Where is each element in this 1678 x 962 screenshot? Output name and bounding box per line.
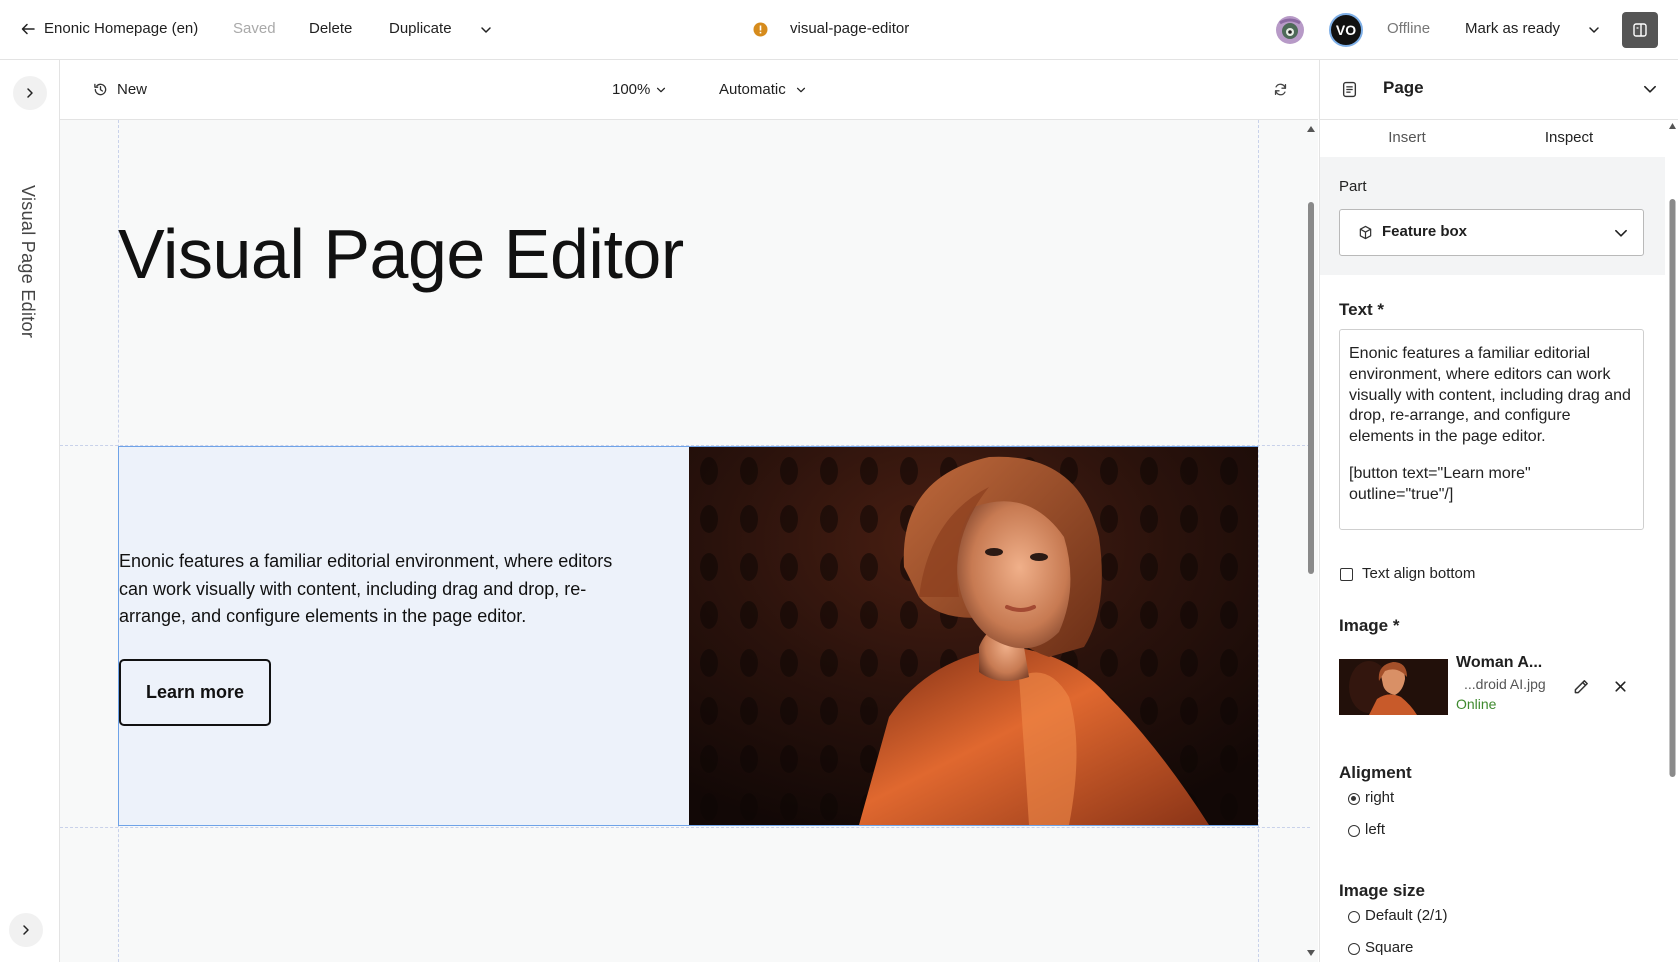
chevron-down-icon[interactable] bbox=[1613, 225, 1629, 241]
tab-label: Insert bbox=[1388, 129, 1426, 146]
chevron-down-icon[interactable] bbox=[479, 23, 493, 37]
saved-status: Saved bbox=[233, 20, 276, 37]
text-field-shortcode: [button text="Learn more" outline="true"… bbox=[1349, 464, 1531, 503]
inspect-panel: Page Insert Inspect Part Feature box Tex… bbox=[1319, 60, 1678, 962]
tab-label: Inspect bbox=[1544, 129, 1594, 146]
image-name: Woman A... bbox=[1456, 654, 1543, 671]
text-align-bottom-checkbox[interactable] bbox=[1340, 568, 1353, 581]
toggle-panel-button[interactable] bbox=[1622, 12, 1658, 48]
refresh-icon[interactable] bbox=[1273, 82, 1288, 97]
edit-icon[interactable] bbox=[1572, 678, 1590, 696]
panel-title: Page bbox=[1383, 78, 1424, 97]
version-label[interactable]: New bbox=[117, 80, 147, 100]
expand-rail-button[interactable] bbox=[13, 76, 47, 110]
device-select[interactable]: Automatic bbox=[719, 80, 786, 100]
panel-header: Page bbox=[1320, 60, 1678, 120]
arrow-left-icon[interactable] bbox=[20, 21, 36, 37]
cube-icon bbox=[1358, 225, 1373, 240]
back-link-label[interactable]: Enonic Homepage (en) bbox=[44, 19, 198, 39]
chevron-down-icon[interactable] bbox=[655, 84, 667, 96]
page-icon bbox=[1341, 81, 1358, 98]
alignment-label: Aligment bbox=[1339, 763, 1412, 782]
mark-as-ready-button[interactable]: Mark as ready bbox=[1465, 19, 1560, 39]
feature-image bbox=[689, 447, 1258, 825]
feature-box-part[interactable]: Enonic features a familiar editorial env… bbox=[118, 446, 1258, 826]
zoom-select[interactable]: 100% bbox=[612, 80, 650, 100]
delete-button[interactable]: Delete bbox=[309, 19, 352, 39]
text-align-bottom-label: Text align bottom bbox=[1362, 565, 1476, 582]
image-size-label: Image size bbox=[1339, 881, 1425, 900]
image-thumbnail[interactable] bbox=[1339, 659, 1448, 715]
content-name: visual-page-editor bbox=[790, 20, 910, 37]
part-label: Part bbox=[1339, 178, 1367, 195]
image-filename: ...droid AI.jpg bbox=[1464, 676, 1546, 692]
canvas-scrollbar[interactable] bbox=[1304, 120, 1318, 962]
expand-bottom-button[interactable] bbox=[9, 913, 43, 947]
text-field-paragraph: Enonic features a familiar editorial env… bbox=[1349, 345, 1631, 446]
region-guide bbox=[1258, 120, 1259, 962]
user-avatar[interactable] bbox=[1275, 15, 1305, 45]
warning-icon bbox=[753, 22, 768, 37]
alignment-option-label: right bbox=[1365, 789, 1395, 806]
learn-more-button[interactable]: Learn more bbox=[119, 659, 271, 726]
text-field[interactable]: Enonic features a familiar editorial env… bbox=[1339, 329, 1644, 530]
page-heading[interactable]: Visual Page Editor bbox=[118, 212, 684, 296]
canvas-toolbar: New 100% Automatic bbox=[60, 60, 1318, 120]
chevron-down-icon[interactable] bbox=[1587, 23, 1601, 37]
publish-status: Offline bbox=[1387, 20, 1431, 37]
image-status: Online bbox=[1456, 696, 1497, 712]
chevron-right-icon bbox=[27, 88, 33, 98]
chevron-right-icon bbox=[23, 925, 29, 935]
history-icon[interactable] bbox=[93, 82, 108, 97]
rail-title: Visual Page Editor bbox=[18, 185, 38, 339]
duplicate-button[interactable]: Duplicate bbox=[389, 19, 452, 39]
chevron-down-icon[interactable] bbox=[795, 84, 807, 96]
image-size-radio-square[interactable] bbox=[1348, 943, 1360, 955]
text-field-label: Text * bbox=[1339, 300, 1385, 319]
avatar-initials: VO bbox=[1335, 22, 1357, 38]
close-icon[interactable] bbox=[1613, 679, 1628, 694]
chevron-down-icon[interactable] bbox=[1642, 81, 1658, 97]
region-guide bbox=[60, 827, 1310, 828]
part-select-value: Feature box bbox=[1382, 223, 1468, 240]
alignment-radio-left[interactable] bbox=[1348, 825, 1360, 837]
avatar[interactable]: VO bbox=[1329, 13, 1363, 47]
image-size-option-label: Default (2/1) bbox=[1365, 907, 1448, 924]
feature-text: Enonic features a familiar editorial env… bbox=[119, 551, 613, 626]
image-size-option-label: Square bbox=[1365, 939, 1414, 956]
left-rail: Visual Page Editor bbox=[0, 60, 60, 962]
image-field-label: Image * bbox=[1339, 616, 1400, 635]
panel-scrollbar[interactable] bbox=[1666, 119, 1678, 962]
page-canvas[interactable]: Visual Page Editor Enonic features a fam… bbox=[60, 120, 1318, 962]
image-size-radio-default[interactable] bbox=[1348, 911, 1360, 923]
alignment-radio-right[interactable] bbox=[1348, 793, 1360, 805]
part-select[interactable]: Feature box bbox=[1339, 209, 1644, 256]
top-toolbar: Enonic Homepage (en) Saved Delete Duplic… bbox=[0, 0, 1678, 60]
alignment-option-label: left bbox=[1365, 821, 1386, 838]
panel-icon bbox=[1633, 23, 1647, 37]
